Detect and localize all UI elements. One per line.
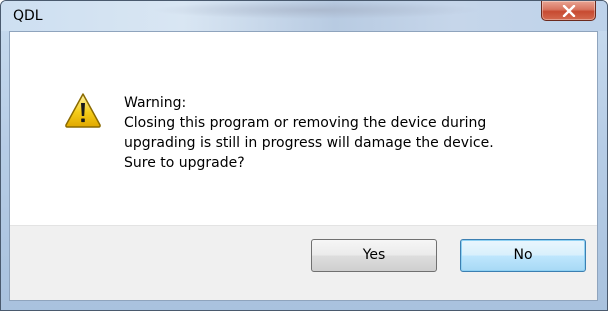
title-bar[interactable]: QDL: [1, 1, 607, 31]
message-line-heading: Warning:: [124, 95, 187, 111]
dialog-client-area: Warning: Closing this program or removin…: [9, 31, 598, 301]
warning-message: Warning: Closing this program or removin…: [124, 93, 494, 173]
message-area: Warning: Closing this program or removin…: [10, 32, 597, 225]
message-line: upgrading is still in progress will dama…: [124, 135, 494, 151]
window-title: QDL: [13, 8, 43, 24]
dialog-window: QDL Warning: Closing this program or rem…: [0, 0, 608, 311]
warning-icon: [65, 93, 101, 128]
message-line: Closing this program or removing the dev…: [124, 115, 487, 131]
close-icon: [562, 5, 576, 17]
yes-button[interactable]: Yes: [311, 239, 437, 272]
message-line-question: Sure to upgrade?: [124, 155, 245, 171]
no-button[interactable]: No: [460, 239, 586, 272]
title-bar-glow: [151, 1, 481, 19]
close-button[interactable]: [541, 1, 596, 21]
